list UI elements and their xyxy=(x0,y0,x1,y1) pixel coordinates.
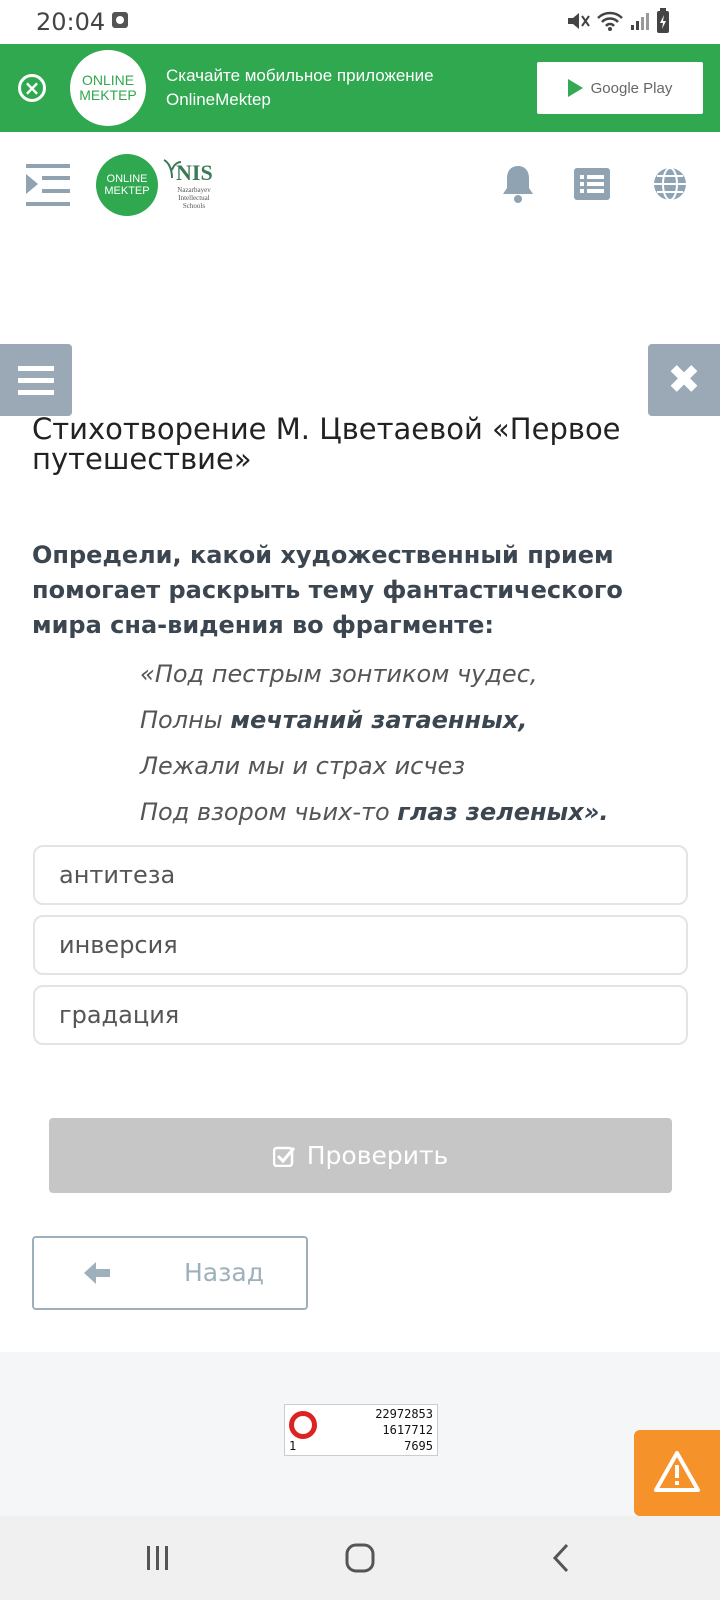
battery-icon xyxy=(657,8,669,33)
nis-subtitle-3: Schools xyxy=(182,202,206,210)
poem-line-4-bold: глаз зеленых». xyxy=(397,798,609,826)
close-banner-icon[interactable]: × xyxy=(18,74,46,102)
poem-line-1-plain: «Под пестрым зонтиком чудес, xyxy=(140,660,538,688)
poem-line-2: Полны мечтаний затаенных, xyxy=(140,706,700,734)
onlinemektep-logo[interactable]: ONLINE MEKTEP xyxy=(96,154,158,216)
hamburger-icon xyxy=(18,366,54,395)
system-nav-bar xyxy=(0,1516,720,1600)
answer-option-1[interactable]: антитеза xyxy=(33,845,688,905)
arrow-left-icon xyxy=(84,1262,110,1284)
sidebar-toggle-icon[interactable] xyxy=(26,164,70,206)
warning-icon xyxy=(654,1451,700,1492)
counter-day: 7695 xyxy=(404,1439,433,1453)
poem-line-4-plain: Под взором чьих-то xyxy=(140,798,398,826)
counter-total: 22972853 xyxy=(375,1407,433,1421)
app-promo-banner: × ONLINE MEKTEP Скачайте мобильное прило… xyxy=(0,44,720,132)
status-bar: 20:04 xyxy=(0,0,720,44)
google-play-button[interactable]: Google Play xyxy=(537,62,703,114)
close-lesson-button[interactable]: ✖ xyxy=(648,344,720,416)
poem-line-2-plain: Полны xyxy=(140,706,231,734)
recent-apps-icon[interactable] xyxy=(144,1544,172,1572)
alarm-clock-icon xyxy=(112,12,128,28)
logo-line-2: MEKTEP xyxy=(79,87,137,103)
status-time: 20:04 xyxy=(36,8,106,36)
google-play-label: Google Play xyxy=(590,79,673,97)
poem-line-4: Под взором чьих-то глаз зеленых». xyxy=(140,798,700,826)
close-icon: ✖ xyxy=(667,357,701,403)
lesson-menu-button[interactable] xyxy=(0,344,72,416)
nis-title: NIS xyxy=(176,160,213,185)
check-answer-button[interactable]: Проверить xyxy=(49,1118,672,1193)
language-globe-icon[interactable] xyxy=(652,166,688,202)
signal-icon xyxy=(631,13,649,30)
answer-option-3[interactable]: градация xyxy=(33,985,688,1045)
logo-line-1: ONLINE xyxy=(81,72,135,88)
lesson-title: Стихотворение М. Цветаевой «Первое путеш… xyxy=(32,412,621,476)
visit-counter[interactable]: 22972853 1617712 7695 1 xyxy=(284,1404,438,1456)
checkbox-check-icon xyxy=(272,1146,295,1167)
back-label: Назад xyxy=(184,1258,265,1287)
counter-small: 1 xyxy=(289,1439,297,1453)
logo-line-2: MEKTEP xyxy=(104,185,150,197)
poem-line-3: Лежали мы и страх исчез xyxy=(140,752,700,780)
onlinemektep-logo: ONLINE MEKTEP xyxy=(70,50,146,126)
poem-line-3-plain: Лежали мы и страх исчез xyxy=(140,752,466,780)
question-text: Определи, какой художественный прием пом… xyxy=(32,541,623,639)
logo-line-1: ONLINE xyxy=(106,173,148,185)
nis-subtitle-2: Intellectual xyxy=(178,194,210,202)
notifications-bell-icon[interactable] xyxy=(500,164,536,204)
promo-text: Скачайте мобильное приложение OnlineMekt… xyxy=(166,66,434,109)
counter-logo-icon xyxy=(289,1411,317,1439)
back-button[interactable]: Назад xyxy=(32,1236,308,1310)
nis-subtitle-1: Nazarbayev xyxy=(177,186,211,194)
mute-icon xyxy=(568,13,590,29)
google-play-icon xyxy=(567,79,583,97)
answer-option-2[interactable]: инверсия xyxy=(33,915,688,975)
counter-month: 1617712 xyxy=(382,1423,433,1437)
wifi-icon xyxy=(597,11,623,31)
report-problem-button[interactable] xyxy=(634,1430,720,1516)
poem-line-2-bold: мечтаний затаенных, xyxy=(230,706,528,734)
check-label: Проверить xyxy=(306,1141,449,1170)
poem-line-1: «Под пестрым зонтиком чудес, xyxy=(140,660,700,688)
list-menu-icon[interactable] xyxy=(574,168,610,200)
back-nav-icon[interactable] xyxy=(550,1542,572,1574)
nis-logo: NIS Nazarbayev Intellectual Schools xyxy=(162,156,222,214)
home-icon[interactable] xyxy=(344,1542,376,1574)
